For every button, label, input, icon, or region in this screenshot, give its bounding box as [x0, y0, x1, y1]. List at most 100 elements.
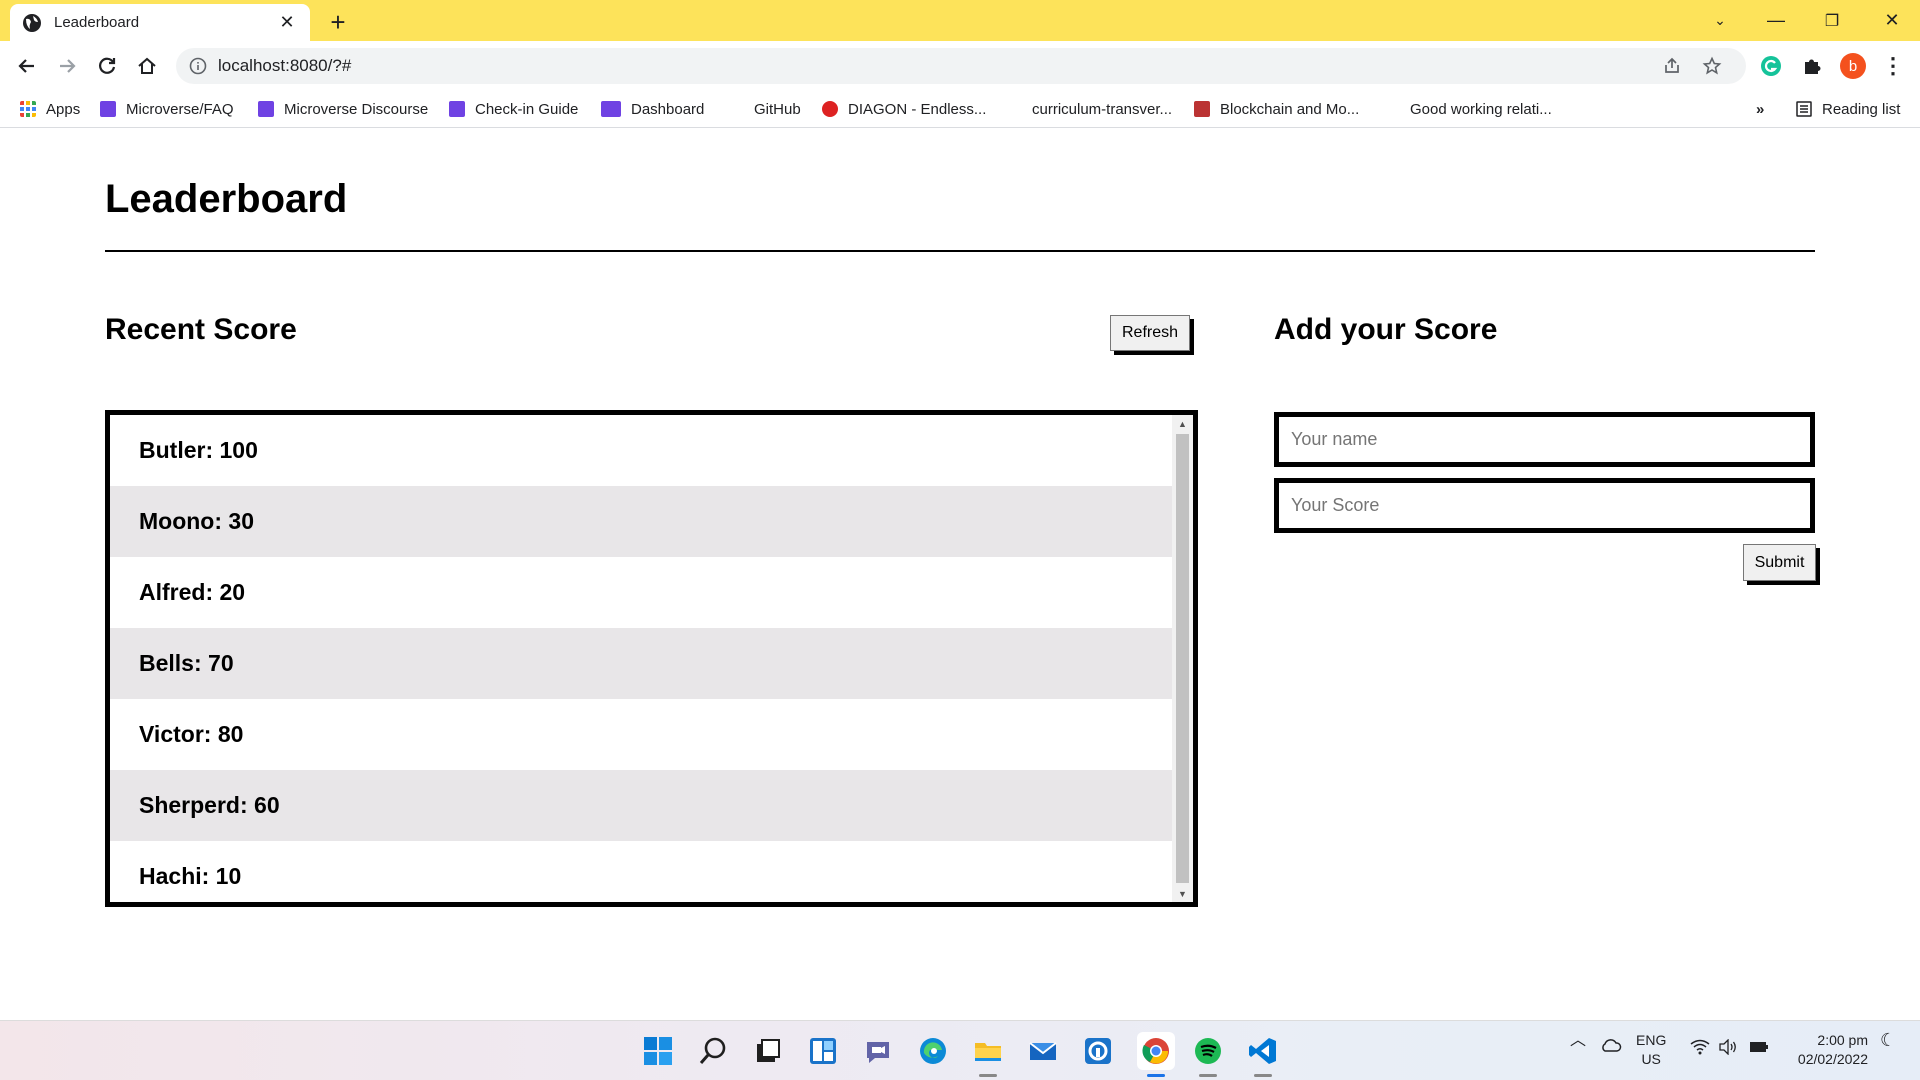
scores-list-box[interactable]: Butler: 100 Moono: 30 Alfred: 20 Bells: …: [105, 410, 1198, 907]
microverse-icon: [258, 101, 274, 117]
browser-tab[interactable]: Leaderboard ✕: [10, 4, 310, 41]
reading-list-button[interactable]: Reading list: [1796, 97, 1900, 121]
volume-icon[interactable]: [1718, 1031, 1738, 1060]
url-text[interactable]: localhost:8080/?#: [218, 56, 351, 76]
reload-button[interactable]: [92, 51, 122, 81]
browser-toolbar: localhost:8080/?# b ⋮: [0, 41, 1920, 90]
edge-icon[interactable]: [917, 1035, 949, 1067]
share-icon[interactable]: [1662, 56, 1682, 76]
refresh-button[interactable]: Refresh: [1110, 315, 1190, 351]
browser-menu-icon[interactable]: ⋮: [1880, 53, 1906, 79]
list-item: Moono: 30: [110, 486, 1172, 557]
time-text: 2:00 pm: [1817, 1032, 1868, 1048]
apps-grid-icon: [20, 101, 36, 117]
bookmark-dashboard[interactable]: Dashboard: [601, 97, 704, 121]
close-window-button[interactable]: ✕: [1864, 0, 1920, 41]
microverse-icon: [100, 101, 116, 117]
microverse-icon: [449, 101, 465, 117]
bookmark-microverse-discourse[interactable]: Microverse Discourse: [258, 97, 428, 121]
scrollbar[interactable]: ▲ ▼: [1172, 415, 1193, 902]
title-divider: [105, 250, 1815, 252]
region-text: US: [1641, 1051, 1661, 1067]
home-button[interactable]: [132, 51, 162, 81]
bookmark-star-icon[interactable]: [1702, 56, 1722, 76]
language-text: ENG: [1636, 1032, 1667, 1048]
teams-chat-icon[interactable]: [862, 1035, 894, 1067]
chrome-icon[interactable]: [1137, 1032, 1175, 1070]
task-view-icon[interactable]: [752, 1035, 784, 1067]
close-tab-icon[interactable]: ✕: [276, 12, 298, 34]
bookmark-curriculum[interactable]: curriculum-transver...: [1006, 97, 1172, 121]
grammarly-extension-icon[interactable]: [1758, 53, 1784, 79]
date-text: 02/02/2022: [1797, 1051, 1868, 1067]
app-icon[interactable]: [1082, 1035, 1114, 1067]
tab-title: Leaderboard: [54, 14, 140, 31]
name-input[interactable]: [1274, 412, 1815, 467]
bookmark-apps[interactable]: Apps: [20, 97, 80, 121]
start-icon[interactable]: [642, 1035, 674, 1067]
list-item: Victor: 80: [139, 721, 244, 747]
wifi-icon[interactable]: [1690, 1031, 1710, 1060]
scores-list: Butler: 100 Moono: 30 Alfred: 20 Bells: …: [110, 415, 1172, 902]
bookmark-label: Microverse Discourse: [284, 100, 429, 118]
globe-icon: [23, 13, 41, 32]
minimize-button[interactable]: —: [1748, 0, 1804, 41]
spotify-icon[interactable]: [1192, 1035, 1224, 1067]
clock[interactable]: 2:00 pm 02/02/2022: [1786, 1031, 1868, 1069]
profile-avatar[interactable]: b: [1840, 53, 1866, 79]
github-icon: [1006, 101, 1022, 117]
address-bar[interactable]: localhost:8080/?#: [176, 48, 1746, 84]
diagon-icon: [822, 101, 838, 117]
score-input[interactable]: [1274, 478, 1815, 533]
scroll-down-icon[interactable]: ▼: [1172, 885, 1193, 902]
back-button[interactable]: [12, 51, 42, 81]
tab-search-icon[interactable]: ⌄: [1692, 0, 1748, 41]
page-content: Leaderboard Recent Score Refresh Butler:…: [0, 129, 1920, 1020]
bookmark-check-in-guide[interactable]: Check-in Guide: [449, 97, 578, 121]
running-indicator: [1254, 1074, 1272, 1077]
reading-list-icon: [1796, 101, 1812, 117]
scroll-up-icon[interactable]: ▲: [1172, 415, 1193, 432]
add-score-heading: Add your Score: [1274, 313, 1498, 346]
language-indicator[interactable]: ENG US: [1636, 1031, 1666, 1069]
home-icon: [138, 57, 156, 74]
active-app-indicator: [1147, 1074, 1165, 1077]
focus-moon-icon[interactable]: ☾: [1880, 1031, 1896, 1050]
taskbar: ︿ ENG US 2:00 pm 02/02/2022 ☾: [0, 1020, 1920, 1080]
page-title: Leaderboard: [105, 177, 348, 221]
submit-button[interactable]: Submit: [1743, 544, 1816, 581]
list-item: Sherperd: 60: [110, 770, 1172, 841]
bookmark-microverse-faq[interactable]: Microverse/FAQ: [100, 97, 234, 121]
running-indicator: [979, 1074, 997, 1077]
site-info-icon[interactable]: [188, 56, 208, 76]
vscode-icon[interactable]: [1247, 1035, 1279, 1067]
microverse-icon: [601, 101, 621, 117]
recent-score-heading: Recent Score: [105, 313, 297, 346]
bookmark-blockchain[interactable]: Blockchain and Mo...: [1194, 97, 1359, 121]
restore-button[interactable]: ❐: [1804, 0, 1860, 41]
list-item: Hachi: 10: [139, 863, 242, 889]
bookmark-label: curriculum-transver...: [1032, 100, 1173, 118]
extensions-puzzle-icon[interactable]: [1799, 53, 1825, 79]
page-icon: [1384, 101, 1400, 117]
forward-button[interactable]: [52, 51, 82, 81]
reload-icon: [99, 57, 116, 74]
mail-icon[interactable]: [1027, 1035, 1059, 1067]
search-icon[interactable]: [697, 1035, 729, 1067]
scrollbar-thumb[interactable]: [1176, 434, 1189, 883]
file-explorer-icon[interactable]: [972, 1035, 1004, 1067]
bookmark-label: Good working relati...: [1410, 100, 1552, 118]
new-tab-button[interactable]: +: [324, 7, 352, 37]
battery-icon[interactable]: [1748, 1031, 1770, 1060]
onedrive-icon[interactable]: [1600, 1031, 1622, 1058]
show-hidden-icons[interactable]: ︿: [1570, 1031, 1586, 1050]
list-item: Bells: 70: [110, 628, 1172, 699]
github-icon: [728, 101, 744, 117]
forward-arrow-icon: [60, 59, 76, 73]
bookmark-github[interactable]: GitHub: [728, 97, 801, 121]
bookmark-diagon[interactable]: DIAGON - Endless...: [822, 97, 986, 121]
bookmark-good-working[interactable]: Good working relati...: [1384, 97, 1552, 121]
bookmark-label: Microverse/FAQ: [126, 100, 234, 118]
widgets-icon[interactable]: [807, 1035, 839, 1067]
more-bookmarks-button[interactable]: »: [1756, 97, 1764, 121]
